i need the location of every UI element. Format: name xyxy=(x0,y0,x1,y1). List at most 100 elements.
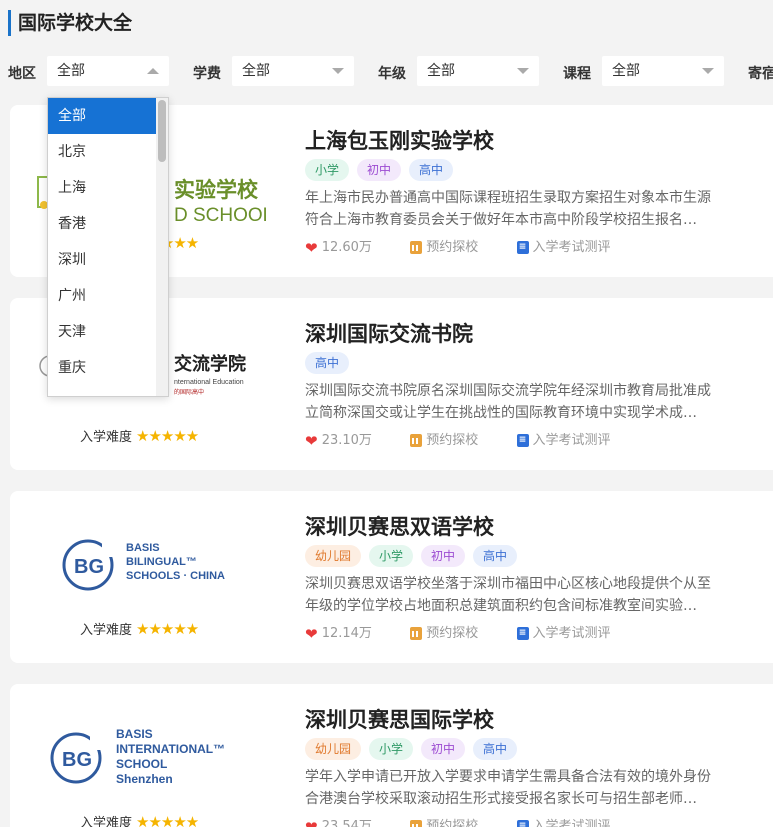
description-line: 学年入学申请已开放入学要求申请学生需具备合法有效的境外身份 xyxy=(305,769,711,785)
region-option[interactable]: 广州 xyxy=(48,278,156,314)
school-name[interactable]: 深圳国际交流书院 xyxy=(305,318,473,348)
region-select[interactable]: 全部 xyxy=(47,56,169,86)
logo-text: nternational Education xyxy=(174,379,244,386)
tag: 幼儿园 xyxy=(305,738,362,760)
tag: 小学 xyxy=(369,545,414,567)
region-option[interactable]: 全部 xyxy=(48,98,156,134)
page-title: 国际学校大全 xyxy=(8,10,132,36)
tag: 初中 xyxy=(421,545,466,567)
course-select[interactable]: 全部 xyxy=(602,56,724,86)
exam-link[interactable]: 入学考试测评 xyxy=(533,626,611,641)
tag-list: 幼儿园 小学 初中 高中 xyxy=(305,738,518,762)
school-meta: ❤ 23.10万 预约探校 ≡ 入学考试测评 xyxy=(305,429,611,450)
chevron-down-icon xyxy=(332,68,344,74)
tag: 小学 xyxy=(305,159,350,181)
star-icon: ★★★★★ xyxy=(136,620,199,638)
chevron-down-icon xyxy=(702,68,714,74)
school-name[interactable]: 深圳贝赛思双语学校 xyxy=(305,511,494,541)
region-option[interactable]: 重庆 xyxy=(48,350,156,386)
fee-select-value: 全部 xyxy=(242,63,270,79)
calendar-icon xyxy=(410,820,423,827)
calendar-icon xyxy=(410,627,423,640)
likes-count: 12.14万 xyxy=(321,626,372,641)
calendar-icon xyxy=(410,241,423,254)
scrollbar-thumb[interactable] xyxy=(158,100,166,162)
exam-icon: ≡ xyxy=(516,241,529,254)
logo-text: INTERNATIONAL™ xyxy=(116,742,225,756)
tag: 初中 xyxy=(421,738,466,760)
school-meta: ❤ 12.60万 预约探校 ≡ 入学考试测评 xyxy=(305,236,611,257)
exam-link[interactable]: 入学考试测评 xyxy=(533,819,611,827)
course-label: 课程 xyxy=(563,66,591,82)
grade-select-value: 全部 xyxy=(427,63,455,79)
logo-text: Shenzhen xyxy=(116,772,173,786)
logo-text: BILINGUAL™ xyxy=(126,556,197,568)
description-line: 合港澳台学校采取滚动招生形式接受报名家长可与招生部老师… xyxy=(305,791,697,807)
difficulty-label: 入学难度 xyxy=(80,430,133,445)
region-option[interactable]: 上海 xyxy=(48,170,156,206)
school-meta: ❤ 23.54万 预约探校 ≡ 入学考试测评 xyxy=(305,815,611,827)
star-icon: ★★★★★ xyxy=(136,427,199,445)
tag: 高中 xyxy=(473,545,518,567)
filter-bar: 地区 全部 学费 全部 年级 全部 课程 全部 寄宿 xyxy=(0,56,773,86)
dropdown-scrollbar[interactable] xyxy=(156,98,168,396)
school-logo: BG BASIS BILINGUAL™ SCHOOLS · CHINA xyxy=(36,515,266,615)
region-label: 地区 xyxy=(8,66,36,82)
grade-select[interactable]: 全部 xyxy=(417,56,539,86)
heart-icon[interactable]: ❤ xyxy=(305,625,318,643)
tag: 高中 xyxy=(409,159,454,181)
exam-link[interactable]: 入学考试测评 xyxy=(533,433,611,448)
school-card[interactable]: BG BASIS BILINGUAL™ SCHOOLS · CHINA 入学难度… xyxy=(10,491,773,663)
school-name[interactable]: 深圳贝赛思国际学校 xyxy=(305,704,494,734)
logo-text: SCHOOLS · CHINA xyxy=(126,570,225,582)
heart-icon[interactable]: ❤ xyxy=(305,239,318,257)
tag: 高中 xyxy=(473,738,518,760)
grade-label: 年级 xyxy=(378,66,406,82)
school-description: 深圳国际交流书院原名深圳国际交流学院年经深圳市教育局批准成 立简称深国交或让学生… xyxy=(305,380,757,424)
difficulty-rating: 入学难度★★★★★ xyxy=(80,619,199,638)
tag-list: 高中 xyxy=(305,352,350,376)
fee-label: 学费 xyxy=(193,66,221,82)
region-option[interactable]: 北京 xyxy=(48,134,156,170)
boarding-label: 寄宿 xyxy=(748,66,773,82)
logo-text: D SCHOOL xyxy=(174,205,266,226)
chevron-up-icon xyxy=(147,68,159,74)
visit-link[interactable]: 预约探校 xyxy=(426,240,478,255)
logo-mark: BG xyxy=(74,556,104,578)
exam-icon: ≡ xyxy=(516,434,529,447)
region-select-value: 全部 xyxy=(57,63,85,79)
fee-select[interactable]: 全部 xyxy=(232,56,354,86)
heart-icon[interactable]: ❤ xyxy=(305,818,318,827)
region-dropdown: 全部 北京 上海 香港 深圳 广州 天津 重庆 xyxy=(47,97,169,397)
star-icon: ★★★★★ xyxy=(136,813,199,827)
visit-link[interactable]: 预约探校 xyxy=(426,626,478,641)
logo-text: 交流学院 xyxy=(174,353,246,374)
visit-link[interactable]: 预约探校 xyxy=(426,819,478,827)
region-option[interactable]: 深圳 xyxy=(48,242,156,278)
exam-link[interactable]: 入学考试测评 xyxy=(533,240,611,255)
tag: 小学 xyxy=(369,738,414,760)
tag: 初中 xyxy=(357,159,402,181)
tag-list: 幼儿园 小学 初中 高中 xyxy=(305,545,518,569)
logo-text: BASIS xyxy=(126,542,160,554)
description-line: 立简称深国交或让学生在挑战性的国际教育环境中实现学术成… xyxy=(305,405,697,421)
school-description: 年上海市民办普通高中国际课程班招生录取方案招生对象本市生源 符合上海市教育委员会… xyxy=(305,187,757,231)
visit-link[interactable]: 预约探校 xyxy=(426,433,478,448)
likes-count: 23.54万 xyxy=(321,819,372,827)
logo-text: 实验学校 xyxy=(174,178,259,202)
course-select-value: 全部 xyxy=(612,63,640,79)
tag-list: 小学 初中 高中 xyxy=(305,159,454,183)
logo-mark: BG xyxy=(62,749,92,771)
description-line: 深圳国际交流书院原名深圳国际交流学院年经深圳市教育局批准成 xyxy=(305,383,711,399)
heart-icon[interactable]: ❤ xyxy=(305,432,318,450)
school-card[interactable]: BG BASIS INTERNATIONAL™ SCHOOL Shenzhen … xyxy=(10,684,773,827)
chevron-down-icon xyxy=(517,68,529,74)
region-option[interactable]: 天津 xyxy=(48,314,156,350)
logo-text: SCHOOL xyxy=(116,757,167,771)
school-name[interactable]: 上海包玉刚实验学校 xyxy=(305,125,494,155)
region-option[interactable]: 香港 xyxy=(48,206,156,242)
school-description: 学年入学申请已开放入学要求申请学生需具备合法有效的境外身份 合港澳台学校采取滚动… xyxy=(305,766,757,810)
tag: 高中 xyxy=(305,352,350,374)
tag: 幼儿园 xyxy=(305,545,362,567)
likes-count: 23.10万 xyxy=(321,433,372,448)
